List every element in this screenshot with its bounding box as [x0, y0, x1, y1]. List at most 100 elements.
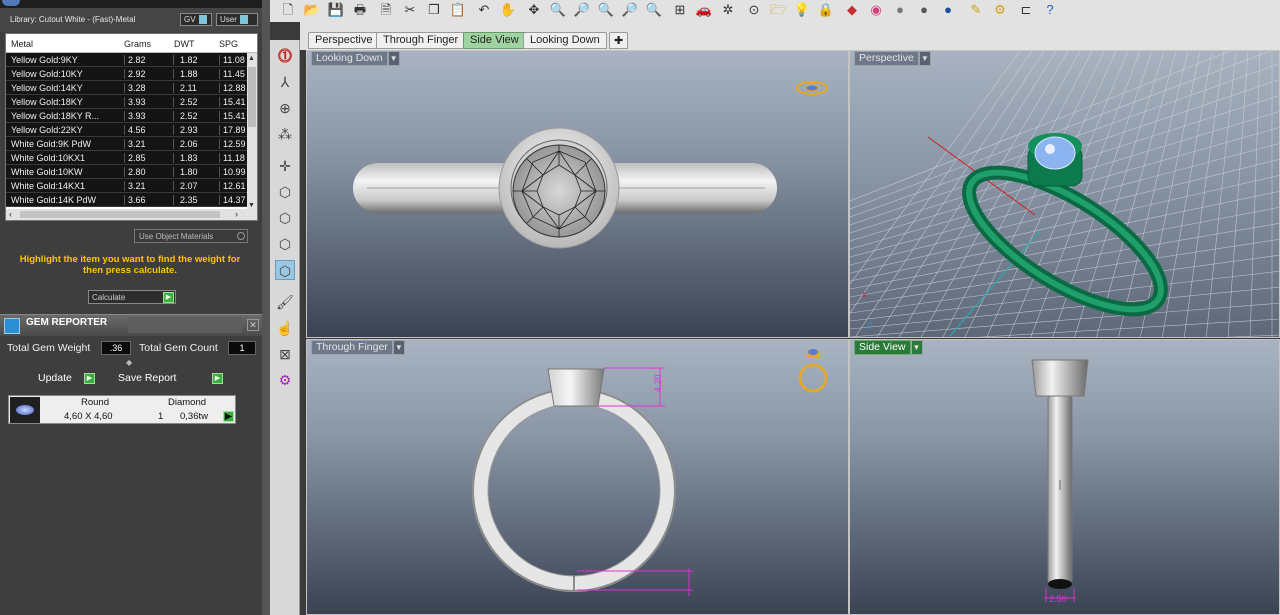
table-row[interactable]: Yellow Gold:18KY 3.93 2.52 15.41 — [6, 95, 257, 109]
save-report-button[interactable]: Save Report ▶ — [118, 372, 228, 387]
tab-through-finger[interactable]: Through Finger — [376, 32, 466, 49]
color-wheel-icon[interactable]: ◉ — [866, 1, 886, 19]
viewport-side-view[interactable]: 2.50 Side View ▼ — [849, 339, 1280, 615]
table-row[interactable]: White Gold:9K PdW 3.21 2.06 12.59 — [6, 137, 257, 151]
viewport-label-through-finger[interactable]: Through Finger ▼ — [311, 340, 405, 355]
hand-select-icon[interactable]: ☝ — [275, 318, 295, 338]
gumball-icon[interactable]: ✛ — [275, 156, 295, 176]
calculate-field[interactable]: Calculate ▶ — [88, 290, 176, 304]
table-row[interactable]: White Gold:10KW 2.80 1.80 10.99 — [6, 165, 257, 179]
use-object-materials-toggle[interactable]: Use Object Materials — [134, 229, 248, 243]
command-icon[interactable]: ⊏ — [1016, 1, 1036, 19]
box-top-icon[interactable]: ⬡ — [275, 182, 295, 202]
scroll-right-icon[interactable]: › — [235, 209, 238, 219]
table-row[interactable]: Yellow Gold:9KY 2.82 1.82 11.08 — [6, 53, 257, 67]
tab-side-view[interactable]: Side View — [463, 32, 526, 49]
box-perspective-icon[interactable]: ⬡ — [275, 260, 295, 280]
brush-icon[interactable]: 🖌 — [275, 292, 295, 312]
undo-icon[interactable]: ↶ — [474, 1, 494, 19]
box-side-icon[interactable]: ⬡ — [275, 234, 295, 254]
save-icon[interactable]: 💾 — [326, 1, 346, 19]
copy-icon[interactable]: ❐ — [424, 1, 444, 19]
chevron-down-icon[interactable]: ▼ — [918, 51, 931, 66]
gear-purple-icon[interactable]: ⚙ — [275, 370, 295, 390]
col-spg[interactable]: SPG — [219, 39, 238, 49]
properties-icon[interactable]: ✲ — [718, 1, 738, 19]
print-icon[interactable]: 🖶 — [350, 1, 370, 19]
osnap-icon[interactable]: ⊙ — [744, 1, 764, 19]
open-folder-icon[interactable]: 📂 — [302, 1, 322, 19]
col-metal[interactable]: Metal — [11, 39, 33, 49]
layers-icon[interactable]: 🗁 — [768, 1, 788, 19]
chevron-down-icon[interactable]: ▼ — [392, 340, 405, 355]
calculate-go-icon[interactable]: ▶ — [163, 292, 174, 303]
help-icon[interactable]: ? — [1040, 1, 1060, 19]
zoom-selected-icon[interactable]: 🔎 — [620, 1, 640, 19]
table-row[interactable]: Yellow Gold:14KY 3.28 2.11 12.88 — [6, 81, 257, 95]
chevron-down-icon[interactable]: ▼ — [387, 51, 400, 66]
scroll-up-icon[interactable]: ▲ — [248, 55, 255, 62]
gray-sphere-icon[interactable]: ● — [890, 1, 910, 19]
new-file-icon[interactable]: 🗋 — [278, 1, 298, 19]
update-button[interactable]: Update ▶ — [38, 372, 98, 387]
gem-go-icon[interactable]: ▶ — [223, 411, 234, 422]
zoom-icon[interactable]: 🔍 — [548, 1, 568, 19]
zoom-all-icon[interactable]: 🔍 — [644, 1, 664, 19]
scroll-thumb[interactable] — [248, 67, 256, 127]
viewport-perspective[interactable]: x y Perspective ▼ — [849, 50, 1280, 338]
lock-icon[interactable]: 🔒 — [816, 1, 836, 19]
material-icon[interactable]: ◆ — [842, 1, 862, 19]
cut-icon[interactable]: ✂ — [400, 1, 420, 19]
hscroll-thumb[interactable] — [20, 211, 220, 218]
nodes-icon[interactable]: ⁂ — [275, 124, 295, 144]
shaded-sphere-icon[interactable]: ● — [914, 1, 934, 19]
table-row[interactable]: Yellow Gold:22KY 4.56 2.93 17.89 — [6, 123, 257, 137]
globe-icon[interactable]: ⊕ — [275, 98, 295, 118]
settings-gear-icon[interactable]: ⚙ — [990, 1, 1010, 19]
tab-perspective[interactable]: Perspective — [308, 32, 380, 49]
page-icon[interactable]: 🗎 — [376, 1, 396, 19]
panel-splitter[interactable] — [262, 0, 270, 615]
move-icon[interactable]: ✥ — [524, 1, 544, 19]
light-bulb-icon[interactable]: 💡 — [792, 1, 812, 19]
user-button[interactable]: User — [216, 13, 258, 26]
table-row[interactable]: White Gold:14KX1 3.21 2.07 12.61 — [6, 179, 257, 193]
table-vertical-scrollbar[interactable]: ▲ ▼ — [247, 53, 257, 211]
stop-icon[interactable]: ⓵ — [275, 46, 295, 66]
table-row[interactable]: Yellow Gold:10KY 2.92 1.88 11.45 — [6, 67, 257, 81]
add-tab-icon[interactable]: ✚ — [609, 32, 629, 49]
shank-width-dimension[interactable]: 2.50 — [1049, 594, 1067, 604]
close-icon[interactable]: ✕ — [247, 319, 259, 331]
viewport-label-side-view[interactable]: Side View ▼ — [854, 340, 923, 355]
scroll-down-icon[interactable]: ▼ — [248, 202, 255, 209]
tab-looking-down[interactable]: Looking Down — [523, 32, 607, 49]
viewport-label-looking-down[interactable]: Looking Down ▼ — [311, 51, 400, 66]
table-horizontal-scrollbar[interactable]: ‹ › — [6, 209, 257, 220]
viewport-through-finger[interactable]: 4.20 Through Finger ▼ — [306, 339, 849, 615]
col-dwt[interactable]: DWT — [174, 39, 195, 49]
viewport-looking-down[interactable]: Looking Down ▼ — [306, 50, 849, 338]
table-row[interactable]: White Gold:10KX1 2.85 1.83 11.18 — [6, 151, 257, 165]
head-height-dimension[interactable]: 4.20 — [653, 374, 663, 392]
chevron-down-icon[interactable]: ▼ — [910, 340, 923, 355]
render-sphere-icon[interactable]: ● — [938, 1, 958, 19]
splitter-handle-icon[interactable]: ◆ — [126, 358, 136, 367]
col-grams[interactable]: Grams — [124, 39, 151, 49]
axis-icon[interactable]: ⅄ — [275, 72, 295, 92]
scroll-left-icon[interactable]: ‹ — [9, 209, 12, 219]
zoom-extents-icon[interactable]: 🔍 — [596, 1, 616, 19]
four-viewports-icon[interactable]: ⊞ — [670, 1, 690, 19]
pan-hand-icon[interactable]: ✋ — [498, 1, 518, 19]
viewport-label-perspective[interactable]: Perspective ▼ — [854, 51, 931, 66]
grams-cell: 3.21 — [124, 181, 176, 191]
table-row[interactable]: Yellow Gold:18KY R... 3.93 2.52 15.41 — [6, 109, 257, 123]
pencil-icon[interactable]: ✎ — [966, 1, 986, 19]
gem-list-item[interactable]: Round Diamond 4,60 X 4,60 1 0,36tw ▶ — [8, 395, 236, 424]
paste-icon[interactable]: 📋 — [448, 1, 468, 19]
table-row[interactable]: White Gold:14K PdW 3.66 2.35 14.37 — [6, 193, 257, 207]
gv-button[interactable]: GV — [180, 13, 212, 26]
frame-icon[interactable]: ⊠ — [275, 344, 295, 364]
car-icon[interactable]: 🚗 — [694, 1, 714, 19]
box-front-icon[interactable]: ⬡ — [275, 208, 295, 228]
zoom-window-icon[interactable]: 🔎 — [572, 1, 592, 19]
